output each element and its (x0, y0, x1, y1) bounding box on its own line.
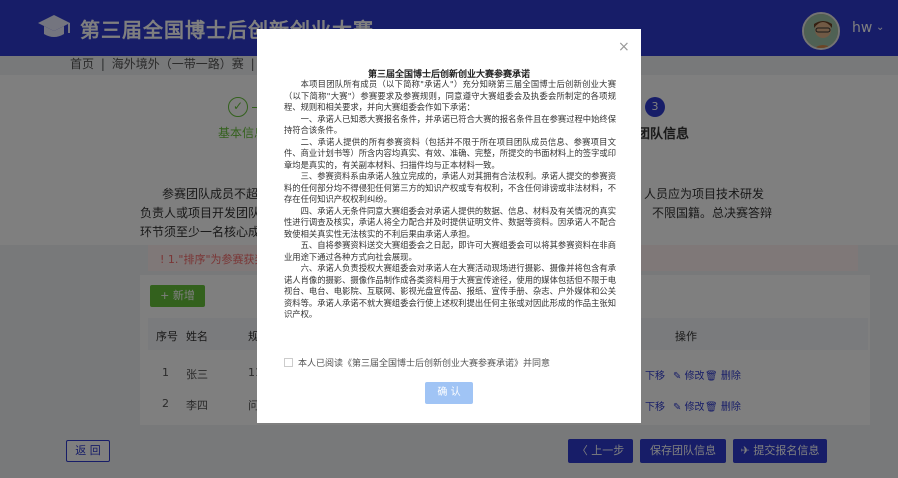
commitment-paragraph: 二、承诺人提供的所有参赛资料（包括并不限于所在项目团队成员信息、参赛项目文件、商… (284, 136, 616, 170)
commitment-paragraph: 五、自将参赛资料送交大赛组委会之日起，即许可大赛组委会可以将其参赛资料在非商业用… (284, 240, 616, 262)
dialog-body: 本项目团队所有成员（以下简称"承诺人"）充分知晓第三届全国博士后创新创业大赛（以… (284, 79, 616, 321)
commitment-paragraph: 六、承诺人负责授权大赛组委会对承诺人在大赛活动现场进行摄影、摄像并将包含有承诺人… (284, 263, 616, 319)
confirm-button[interactable]: 确 认 (425, 382, 473, 404)
commitment-paragraph: 四、承诺人无条件同意大赛组委会对承诺人提供的数据、信息、材料及有关情况的真实性进… (284, 205, 616, 239)
close-icon[interactable]: × (618, 39, 630, 55)
agree-checkbox[interactable] (284, 358, 293, 367)
commitment-paragraph: 三、参赛资料系由承诺人独立完成的，承诺人对其拥有合法权利。承诺人提交的参赛资料的… (284, 171, 616, 204)
commitment-paragraph: 一、承诺人已知悉大赛报名条件，并承诺已符合大赛的报名条件且在参赛过程中始终保持符… (284, 113, 616, 136)
commitment-paragraph: 本项目团队所有成员（以下简称"承诺人"）充分知晓第三届全国博士后创新创业大赛（以… (284, 79, 616, 112)
agree-checkbox-row[interactable]: 本人已阅读《第三届全国博士后创新创业大赛参赛承诺》并同意 (284, 356, 550, 369)
agree-label: 本人已阅读《第三届全国博士后创新创业大赛参赛承诺》并同意 (298, 359, 551, 369)
commitment-dialog: × 第三届全国博士后创新创业大赛参赛承诺 本项目团队所有成员（以下简称"承诺人"… (257, 29, 641, 423)
